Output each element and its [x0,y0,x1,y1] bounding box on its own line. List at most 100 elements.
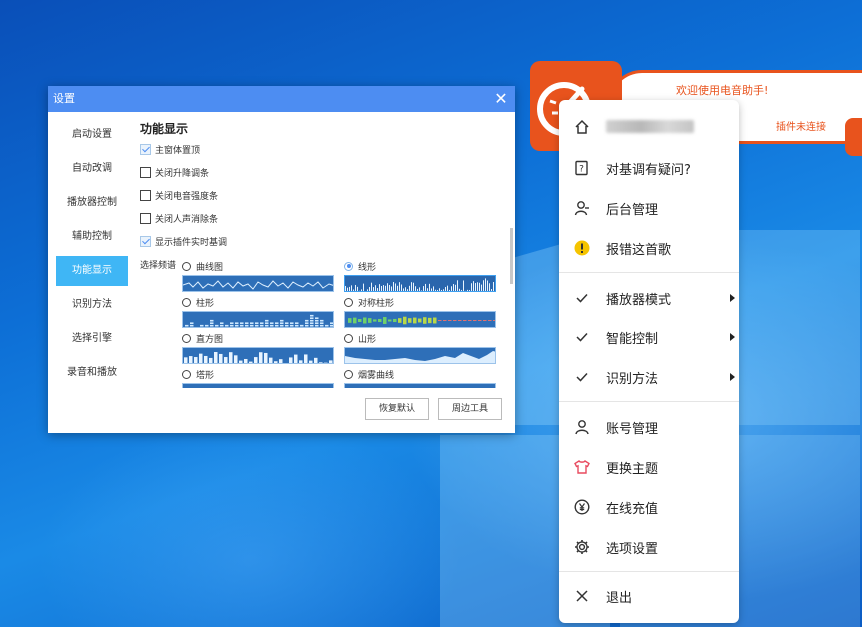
submenu-arrow-icon [730,373,735,381]
sidebar-item-assist-control[interactable]: 辅助控制 [56,222,128,252]
sidebar-item-auto-key[interactable]: 自动改调 [56,154,128,184]
checkbox-label: 关闭人声消除条 [155,215,219,225]
checkbox-row[interactable]: 关闭升降调条 [140,161,500,184]
sidebar-item-engine[interactable]: 选择引擎 [56,324,128,354]
radio-button[interactable] [344,297,353,307]
radio-button[interactable] [182,369,191,379]
redacted-username [606,120,694,133]
checkbox-label: 关闭电音强度条 [155,192,219,202]
close-icon[interactable]: ✕ [491,89,511,109]
menu-item-account[interactable]: 账号管理 [559,407,739,447]
dialog-title: 设置 [53,92,75,105]
spectrum-option-smoke-curve[interactable]: 烟雾曲线 [344,368,498,388]
restore-default-button[interactable]: 恢复默认 [365,398,429,420]
menu-item-label: 智能控制 [606,331,659,347]
radio-button[interactable] [182,333,191,343]
menu-item-key-question[interactable]: ? 对基调有疑问? [559,148,739,188]
menu-item-admin[interactable]: 后台管理 [559,188,739,228]
spectrum-label: 选择频谱 [140,261,177,271]
welcome-text: 欢迎使用电音助手! [676,84,769,97]
menu-item-label: 在线充值 [606,501,659,517]
menu-item-label: 对基调有疑问? [606,162,691,178]
menu-item-smart-control[interactable]: 智能控制 [559,317,739,357]
menu-item-theme[interactable]: 更换主题 [559,447,739,487]
spectrum-option-curve[interactable]: 曲线图 [182,260,336,292]
menu-item-label: 报错这首歌 [606,242,672,258]
menu-item-label: 更换主题 [606,461,659,477]
menu-item-label: 账号管理 [606,421,659,437]
user-icon [573,418,591,436]
radio-button[interactable] [344,369,353,379]
checkbox-checked[interactable] [140,236,151,247]
spectrum-preview-mountain [344,347,496,364]
sidebar-item-recording[interactable]: 录音和播放 [56,358,128,388]
yen-coin-icon [573,498,591,516]
spectrum-option-label: 塔形 [196,370,215,381]
settings-sidebar: 启动设置 自动改调 播放器控制 辅助控制 功能显示 识别方法 选择引擎 录音和播… [56,120,128,392]
sidebar-item-startup[interactable]: 启动设置 [56,120,128,150]
tools-button[interactable]: 周边工具 [438,398,502,420]
checkbox-label: 主窗体置顶 [155,146,201,156]
dialog-titlebar: 设置 ✕ [48,86,515,112]
sidebar-item-display[interactable]: 功能显示 [56,256,128,286]
shirt-icon [573,458,591,476]
menu-item-label: 选项设置 [606,541,659,557]
checkbox-row[interactable]: 关闭电音强度条 [140,184,500,207]
checkbox-checked[interactable] [140,144,151,155]
menu-divider [559,571,739,572]
menu-item-report-song[interactable]: 报错这首歌 [559,228,739,268]
menu-item-label: 后台管理 [606,202,659,218]
context-menu: ? 对基调有疑问? 后台管理 报错这首歌 播放器模式 智能控制 识别方法 账号管… [559,100,739,623]
spectrum-option-bar[interactable]: 柱形 [182,296,336,328]
menu-divider [559,401,739,402]
spectrum-preview-bar [182,311,334,328]
spectrum-option-label: 直方图 [196,334,224,345]
menu-item-home[interactable] [559,107,739,147]
menu-item-exit[interactable]: 退出 [559,576,739,616]
menu-item-recharge[interactable]: 在线充值 [559,487,739,527]
spectrum-option-label: 曲线图 [196,262,224,273]
spectrum-option-label: 烟雾曲线 [358,370,395,381]
check-icon [573,328,591,346]
warning-icon [573,239,591,257]
spectrum-option-label: 线形 [358,262,377,273]
section-title: 功能显示 [140,122,189,136]
checkbox-unchecked[interactable] [140,190,151,201]
spectrum-option-symmetric-bar[interactable]: 对称柱形 [344,296,498,328]
checkbox-unchecked[interactable] [140,167,151,178]
submenu-arrow-icon [730,294,735,302]
check-icon [573,289,591,307]
radio-button[interactable] [182,297,191,307]
spectrum-preview-symmetric-bar [344,311,496,328]
submenu-arrow-icon [730,333,735,341]
spectrum-option-label: 山形 [358,334,377,345]
menu-item-options[interactable]: 选项设置 [559,527,739,567]
checkbox-label: 关闭升降调条 [155,169,210,179]
spectrum-preview-smoke-curve [344,383,496,388]
sidebar-item-recognition[interactable]: 识别方法 [56,290,128,320]
close-icon [573,587,591,605]
plugin-status-text[interactable]: 插件未连接 [776,118,826,133]
spectrum-option-mountain[interactable]: 山形 [344,332,498,364]
spectrum-option-histogram[interactable]: 直方图 [182,332,336,364]
spectrum-preview-line [344,275,496,292]
menu-item-recognition-method[interactable]: 识别方法 [559,357,739,397]
menu-item-player-mode[interactable]: 播放器模式 [559,278,739,318]
spectrum-option-line[interactable]: 线形 [344,260,498,292]
menu-item-label: 播放器模式 [606,292,672,308]
check-icon [573,368,591,386]
radio-button[interactable] [182,261,191,271]
spectrum-preview-histogram [182,347,334,364]
scrollbar-thumb[interactable] [510,228,513,284]
menu-item-label: 识别方法 [606,371,659,387]
sidebar-item-player-control[interactable]: 播放器控制 [56,188,128,218]
question-document-icon: ? [573,159,591,177]
checkbox-row[interactable]: 主窗体置顶 [140,138,500,161]
checkbox-row[interactable]: 显示插件实时基调 [140,230,500,253]
checkbox-row[interactable]: 关闭人声消除条 [140,207,500,230]
spectrum-option-tower[interactable]: 塔形 [182,368,336,388]
spectrum-preview-tower [182,383,334,388]
radio-button-selected[interactable] [344,261,353,271]
checkbox-unchecked[interactable] [140,213,151,224]
radio-button[interactable] [344,333,353,343]
